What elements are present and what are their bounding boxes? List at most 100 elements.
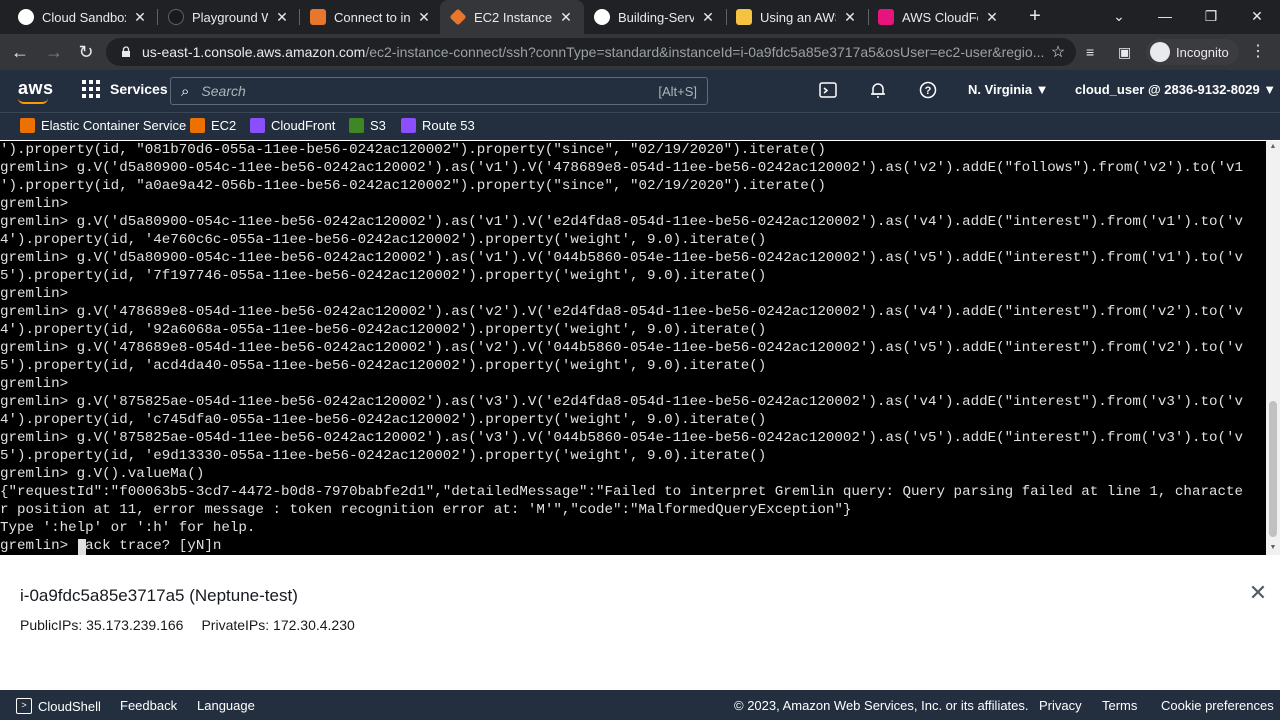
aws-box-icon <box>736 9 752 25</box>
reload-icon[interactable]: ↻ <box>74 40 98 64</box>
services-label: Services <box>110 81 168 97</box>
favorite-label: EC2 <box>211 118 237 133</box>
terminal-line: 4').property(id, 'c745dfa0-055a-11ee-be5… <box>0 412 767 428</box>
favorite-cloudfront[interactable]: CloudFront <box>250 118 335 133</box>
cloudshell-label: CloudShell <box>38 698 101 714</box>
address-bar[interactable]: us-east-1.console.aws.amazon.com/ec2-ins… <box>106 38 1076 66</box>
tab-label: Cloud Sandbox <box>42 9 126 25</box>
browser-menu-icon[interactable]: ⋮ <box>1250 40 1266 64</box>
aws-doc-icon <box>310 9 326 25</box>
aws-console-header: aws Services ⌕ [Alt+S] ? N. Virginia ▼ c… <box>0 70 1280 112</box>
ecs-icon <box>20 118 35 133</box>
region-selector[interactable]: N. Virginia ▼ <box>968 82 1049 97</box>
terminal-line: gremlin> g.V('875825ae-054d-11ee-be56-02… <box>0 430 1244 446</box>
ssh-terminal[interactable]: ').property(id, "081b70d6-055a-11ee-be56… <box>0 141 1266 555</box>
copyright-text: © 2023, Amazon Web Services, Inc. or its… <box>734 698 1029 713</box>
favorite-label: S3 <box>370 118 386 133</box>
media-queue-icon[interactable]: ≡ <box>1086 40 1094 64</box>
tab-aws-cloudformation[interactable]: AWS CloudFor ✕ <box>868 0 1010 34</box>
cookie-preferences-link[interactable]: Cookie preferences <box>1161 698 1274 713</box>
tab-label: Using an AWS <box>760 9 836 25</box>
grid-icon <box>82 80 100 98</box>
close-icon[interactable]: ✕ <box>558 9 574 26</box>
cloudformation-icon <box>878 9 894 25</box>
tab-label: Playground W <box>192 9 268 25</box>
restore-icon[interactable]: ❐ <box>1199 5 1223 27</box>
close-icon[interactable]: ✕ <box>984 9 1000 26</box>
close-icon[interactable]: ✕ <box>274 9 290 26</box>
tab-search-icon[interactable]: ⌄ <box>1107 5 1131 27</box>
tab-connect-to-instance[interactable]: Connect to ins ✕ <box>300 0 442 34</box>
new-tab-button[interactable]: + <box>1024 5 1046 27</box>
favorite-ec2[interactable]: EC2 <box>190 118 236 133</box>
ec2-icon <box>190 118 205 133</box>
favorite-route53[interactable]: Route 53 <box>401 118 475 133</box>
url-path: /ec2-instance-connect/ssh?connType=stand… <box>365 44 1045 60</box>
scrollbar-thumb[interactable] <box>1269 401 1277 537</box>
forward-icon[interactable]: → <box>42 40 66 64</box>
back-icon[interactable]: ← <box>8 40 32 64</box>
minimize-icon[interactable]: — <box>1153 5 1177 27</box>
terminal-line: Type ':help' or ':h' for help. <box>0 520 256 536</box>
notifications-bell-icon[interactable] <box>868 81 888 101</box>
incognito-icon <box>1150 42 1170 62</box>
terminal-cursor <box>78 539 86 555</box>
cloudshell-button[interactable]: > CloudShell <box>16 698 101 714</box>
scroll-down-icon[interactable]: ▼ <box>1269 544 1277 551</box>
tab-cloud-sandbox[interactable]: Cloud Sandbox ✕ <box>8 0 158 34</box>
terminal-line: 5').property(id, 'e9d13330-055a-11ee-be5… <box>0 448 767 464</box>
aws-smile-icon <box>18 98 48 104</box>
close-icon[interactable]: ✕ <box>700 9 716 26</box>
close-icon[interactable]: ✕ <box>416 9 432 26</box>
terminal-line: ').property(id, "081b70d6-055a-11ee-be56… <box>0 142 826 158</box>
help-icon[interactable]: ? <box>918 81 938 101</box>
window-close-icon[interactable]: ✕ <box>1245 5 1269 27</box>
terminal-line: gremlin> <box>0 196 69 212</box>
tab-building-serverless[interactable]: Building-Serve ✕ <box>584 0 726 34</box>
lock-icon <box>122 46 130 57</box>
side-panel-icon[interactable]: ▣ <box>1118 40 1131 64</box>
cloudshell-icon[interactable] <box>818 81 838 101</box>
terminal-line: gremlin> g.V('478689e8-054d-11ee-be56-02… <box>0 304 1244 320</box>
terminal-scrollbar[interactable]: ▲ ▼ <box>1266 141 1280 555</box>
close-icon[interactable]: ✕ <box>1248 582 1268 604</box>
terms-link[interactable]: Terms <box>1102 698 1137 713</box>
bookmark-star-icon[interactable]: ☆ <box>1046 42 1070 62</box>
favorites-bar: Elastic Container Service EC2 CloudFront… <box>0 112 1280 140</box>
privacy-link[interactable]: Privacy <box>1039 698 1082 713</box>
terminal-line: gremlin> <box>0 376 69 392</box>
cloud-icon <box>18 9 34 25</box>
url-text: us-east-1.console.aws.amazon.com/ec2-ins… <box>142 44 1046 60</box>
console-search[interactable]: ⌕ [Alt+S] <box>170 77 708 105</box>
tab-using-an-aws[interactable]: Using an AWS ✕ <box>726 0 868 34</box>
language-link[interactable]: Language <box>197 698 255 713</box>
terminal-line: gremlin> g.V('d5a80900-054c-11ee-be56-02… <box>0 160 1244 176</box>
close-icon[interactable]: ✕ <box>132 9 148 26</box>
services-menu-button[interactable]: Services <box>82 80 168 98</box>
account-menu[interactable]: cloud_user @ 2836-9132-8029 ▼ <box>1075 82 1276 97</box>
terminal-line: gremlin> g.V('d5a80900-054c-11ee-be56-02… <box>0 250 1244 266</box>
terminal-line: r position at 11, error message : token … <box>0 502 852 518</box>
terminal-line: 4').property(id, '92a6068a-055a-11ee-be5… <box>0 322 767 338</box>
tab-ec2-instance-connect[interactable]: EC2 Instance C ✕ <box>440 0 584 34</box>
instance-info-panel: i-0a9fdc5a85e3717a5 (Neptune-test) Publi… <box>0 555 1280 690</box>
terminal-line: ').property(id, "a0ae9a42-056b-11ee-be56… <box>0 178 826 194</box>
incognito-badge[interactable]: Incognito <box>1146 39 1239 65</box>
terminal-line: gremlin> g.V('478689e8-054d-11ee-be56-02… <box>0 340 1244 356</box>
tab-playground[interactable]: Playground W ✕ <box>158 0 300 34</box>
public-ips: PublicIPs: 35.173.239.166 <box>20 617 184 633</box>
feedback-link[interactable]: Feedback <box>120 698 177 713</box>
terminal-line: gremlin> tack trace? [yN]n <box>0 538 222 554</box>
terminal-line: gremlin> g.V('875825ae-054d-11ee-be56-02… <box>0 394 1244 410</box>
search-shortcut-hint: [Alt+S] <box>658 83 697 99</box>
tab-label: Building-Serve <box>618 9 694 25</box>
close-icon[interactable]: ✕ <box>842 9 858 26</box>
scroll-up-icon[interactable]: ▲ <box>1269 143 1277 150</box>
favorite-s3[interactable]: S3 <box>349 118 386 133</box>
search-icon: ⌕ <box>181 82 190 100</box>
tab-label: AWS CloudFor <box>902 9 978 25</box>
favorite-ecs[interactable]: Elastic Container Service <box>20 118 186 133</box>
search-input[interactable] <box>201 83 659 99</box>
aws-logo[interactable]: aws <box>18 78 54 104</box>
private-ips: PrivateIPs: 172.30.4.230 <box>201 617 355 633</box>
